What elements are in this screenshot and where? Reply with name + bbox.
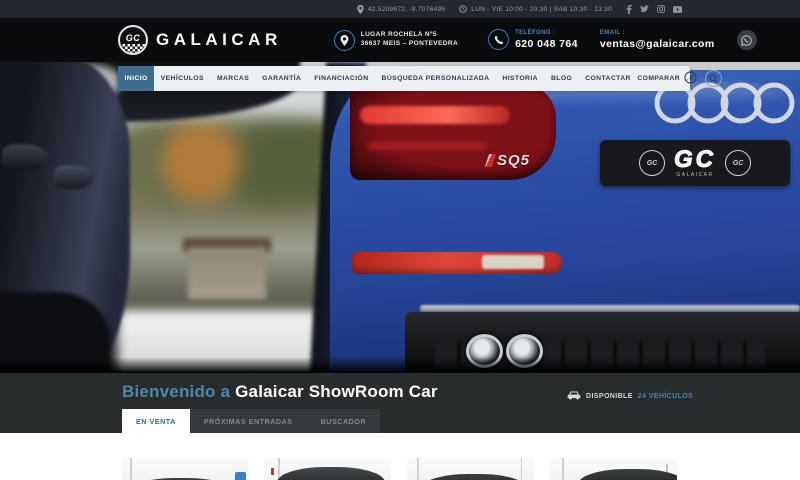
nav-item-inicio[interactable]: INICIO: [118, 66, 155, 91]
plate-emblem-right: GC: [725, 150, 751, 176]
bumper-trim: [420, 305, 800, 312]
model-badge: SQ5: [484, 152, 530, 169]
tab-proximas-entradas[interactable]: PRÓXIMAS ENTRADAS: [189, 409, 307, 433]
nav-item-financiacion[interactable]: FINANCIACIÓN: [308, 66, 375, 91]
hero-bottom-shadow: [0, 357, 800, 373]
available-count[interactable]: 24 VEHÍCULOS: [638, 393, 693, 400]
phone-icon: [488, 29, 510, 51]
location-pin-icon: [357, 4, 364, 14]
vehicle-thumbnail[interactable]: [122, 458, 249, 480]
whatsapp-icon[interactable]: [736, 30, 757, 50]
car-photo: [577, 469, 677, 480]
social-links: [626, 4, 682, 14]
s-emblem: [484, 154, 497, 167]
car-photo: [276, 467, 385, 480]
bumper-reflector: [352, 252, 562, 274]
plate-emblem-left: GC: [639, 150, 665, 176]
email-address[interactable]: ventas@galaicar.com: [600, 37, 715, 51]
header-email: EMAIL : ventas@galaicar.com: [600, 29, 715, 51]
car-photo: [419, 474, 528, 480]
header-phone: TELÉFONO : 620 048 764: [488, 29, 578, 51]
showroom-object: [235, 472, 246, 480]
email-label: EMAIL :: [599, 29, 625, 36]
plate-sub-text: GALAICAR: [676, 172, 714, 178]
car-icon: [567, 390, 581, 402]
checkered-flag: [120, 44, 146, 53]
background-house: [188, 247, 266, 299]
nav-item-blog[interactable]: BLOG: [544, 66, 578, 91]
phone-number[interactable]: 620 048 764: [515, 37, 578, 51]
brand-logo[interactable]: GC GALAICAR: [118, 25, 282, 55]
search-button[interactable]: [705, 70, 723, 88]
taillight-led-strip: [360, 106, 510, 124]
nav-item-marcas[interactable]: MARCAS: [210, 66, 255, 91]
header-address: LUGAR ROCHELA Nº5 36637 MEIS – PONTEVEDR…: [333, 29, 459, 51]
search-icon: [709, 70, 718, 88]
facebook-icon[interactable]: [626, 4, 632, 14]
available-label: DISPONIBLE: [586, 392, 633, 400]
reverse-light: [482, 255, 544, 269]
extinguisher: [271, 468, 274, 475]
site-header: GC GALAICAR LUGAR ROCHELA Nº5 36637 MEIS…: [0, 18, 800, 62]
tab-en-venta[interactable]: EN VENTA: [122, 409, 190, 433]
nav-item-contactar[interactable]: CONTACTAR: [579, 66, 638, 91]
nav-item-vehiculos[interactable]: VEHÍCULOS: [154, 66, 210, 91]
nav-item-historia[interactable]: HISTORIA: [496, 66, 545, 91]
title-accent: Bienvenido a: [122, 382, 231, 401]
welcome-section: Bienvenido a Galaicar ShowRoom Car DISPO…: [0, 373, 800, 433]
clock-icon: [459, 5, 468, 13]
location-pin-icon: [333, 29, 355, 51]
plate-main-text: GC: [674, 146, 716, 173]
vehicle-thumbnail[interactable]: [264, 458, 391, 480]
twitter-icon[interactable]: [640, 5, 649, 13]
taillight-lower-strip: [368, 142, 488, 150]
title-main: Galaicar ShowRoom Car: [230, 382, 438, 401]
vehicle-thumbnail[interactable]: [550, 458, 677, 480]
opening-hours: LUN - VIE 10:00 - 20:30 | SAB 10:30 - 13…: [459, 5, 612, 13]
dealer-plate: GC GC GALAICAR GC: [600, 140, 790, 186]
tab-buscador[interactable]: BUSCADOR: [306, 409, 381, 433]
instagram-icon[interactable]: [657, 5, 665, 13]
left-car-mirror-2: [54, 165, 94, 189]
address-line1: LUGAR ROCHELA Nº5: [360, 31, 437, 39]
brand-wordmark: GALAICAR: [156, 30, 282, 49]
phone-label: TELÉFONO :: [515, 29, 556, 36]
main-navigation: INICIO VEHÍCULOS MARCAS GARANTÍA FINANCI…: [118, 66, 723, 91]
inventory-tabs: EN VENTA PRÓXIMAS ENTRADAS BUSCADOR: [122, 409, 381, 433]
nav-item-garantia[interactable]: GARANTÍA: [256, 66, 308, 91]
vehicle-listing-section: [0, 433, 800, 480]
hero-image: SQ5 GC GC GALAICAR GC: [0, 62, 800, 373]
gc-emblem-icon: GC: [118, 25, 148, 55]
gauge-icon: [684, 71, 697, 86]
compare-button[interactable]: COMPARAR: [637, 71, 697, 86]
topbar: 42.5209672, -8.7076495 LUN - VIE 10:00 -…: [0, 0, 800, 18]
page-title: Bienvenido a Galaicar ShowRoom Car: [122, 382, 438, 402]
address-line2: 36637 MEIS – PONTEVEDRA: [360, 40, 459, 47]
vehicle-thumbnail[interactable]: [407, 458, 534, 480]
gps-coordinates: 42.5209672, -8.7076495: [357, 4, 445, 14]
nav-item-busqueda-personalizada[interactable]: BÚSQUEDA PERSONALIZADA: [375, 66, 496, 91]
left-car-mirror-1: [2, 144, 48, 170]
youtube-icon[interactable]: [673, 5, 682, 13]
available-vehicles: DISPONIBLE 24 VEHÍCULOS: [567, 390, 693, 402]
